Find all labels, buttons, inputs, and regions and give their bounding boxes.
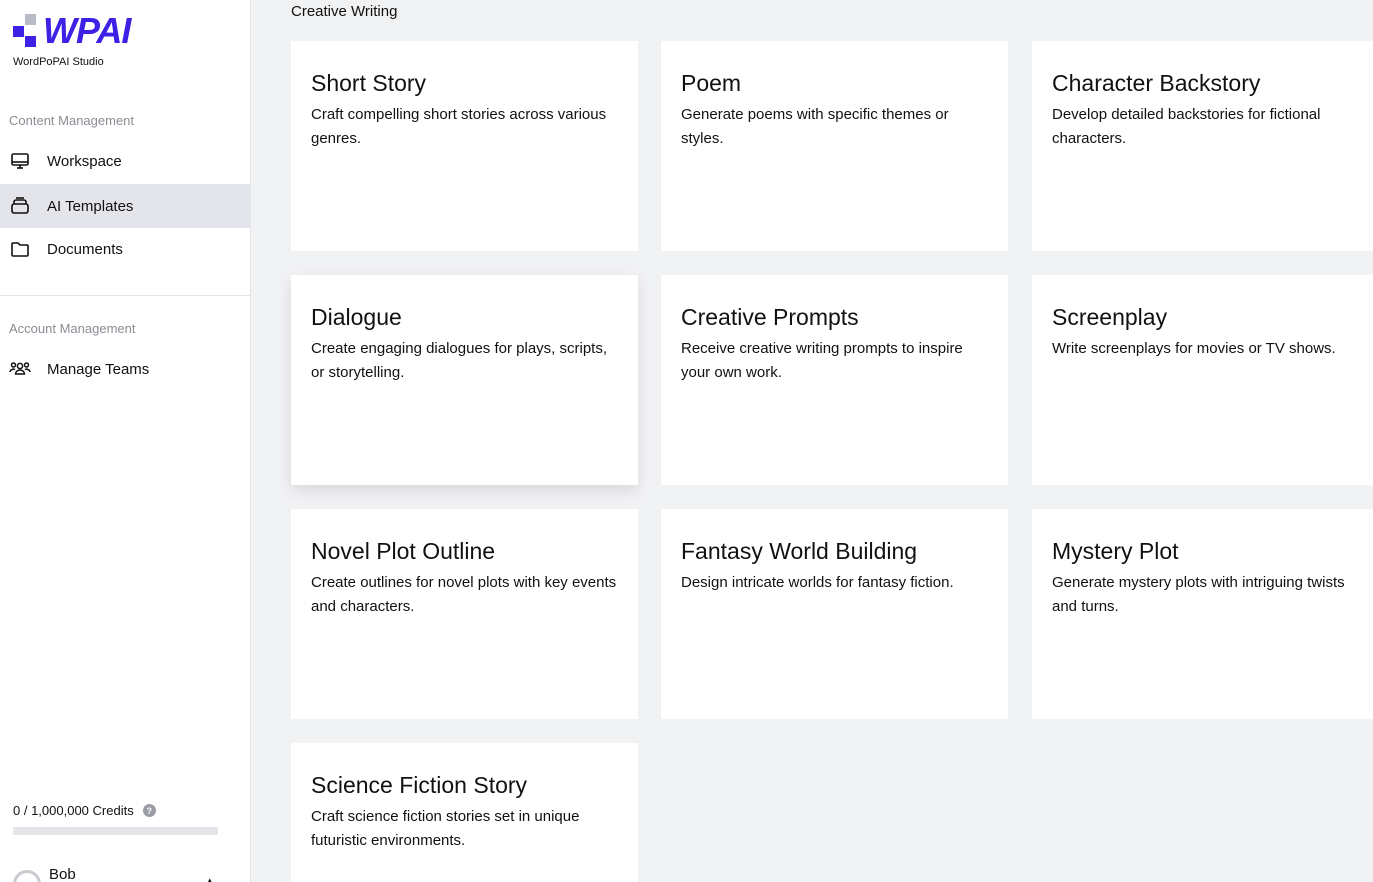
logo-mark-icon [13, 14, 39, 48]
sidebar-item-workspace[interactable]: Workspace [0, 139, 250, 183]
card-description: Create engaging dialogues for plays, scr… [311, 340, 608, 381]
credits-panel: 0 / 1,000,000 Credits ? [13, 803, 218, 835]
sidebar: WPAI WordPoPAI Studio Content Management… [0, 0, 251, 882]
card-description: Generate mystery plots with intriguing t… [1052, 574, 1345, 615]
account-management-label: Account Management [9, 321, 136, 336]
credits-progress-bar [13, 827, 218, 835]
card-description: Design intricate worlds for fantasy fict… [681, 574, 954, 591]
content-management-label: Content Management [9, 113, 135, 128]
card-description: Craft science fiction stories set in uni… [311, 808, 580, 849]
monitor-icon [9, 150, 31, 172]
user-name: Bob [49, 866, 76, 882]
avatar [13, 870, 41, 882]
stack-icon [9, 195, 31, 217]
card-title: Poem [681, 70, 742, 96]
card-title: Fantasy World Building [681, 538, 918, 564]
card-description: Generate poems with specific themes or s… [681, 106, 949, 147]
template-card-character-backstory[interactable]: Character Backstory Develop detailed bac… [1032, 41, 1373, 251]
card-title: Science Fiction Story [311, 772, 528, 798]
card-description: Write screenplays for movies or TV shows… [1052, 340, 1336, 357]
template-card-short-story[interactable]: Short Story Craft compelling short stori… [291, 41, 638, 251]
card-description: Create outlines for novel plots with key… [311, 574, 617, 615]
sidebar-item-manage-teams[interactable]: Manage Teams [0, 347, 250, 391]
brand-subtitle: WordPoPAI Studio [13, 56, 104, 68]
template-card-science-fiction-story[interactable]: Science Fiction Story Craft science fict… [291, 743, 638, 882]
card-title: Screenplay [1052, 304, 1168, 330]
folder-icon [9, 238, 31, 260]
sidebar-item-documents[interactable]: Documents [0, 227, 250, 271]
main-content: Creative Writing Short Story Craft compe… [251, 0, 1373, 882]
card-description: Receive creative writing prompts to insp… [681, 340, 963, 381]
template-card-dialogue[interactable]: Dialogue Create engaging dialogues for p… [291, 275, 638, 485]
sidebar-item-label: Manage Teams [47, 360, 150, 378]
sidebar-item-ai-templates[interactable]: AI Templates [0, 184, 250, 228]
card-title: Short Story [311, 70, 427, 96]
sidebar-divider [0, 295, 250, 296]
template-card-fantasy-world-building[interactable]: Fantasy World Building Design intricate … [661, 509, 1008, 719]
user-menu[interactable]: Bob ▴ [13, 866, 213, 882]
card-title: Novel Plot Outline [311, 538, 496, 564]
help-icon[interactable]: ? [142, 804, 156, 817]
template-card-mystery-plot[interactable]: Mystery Plot Generate mystery plots with… [1032, 509, 1373, 719]
template-card-poem[interactable]: Poem Generate poems with specific themes… [661, 41, 1008, 251]
card-title: Mystery Plot [1052, 538, 1179, 564]
card-title: Dialogue [311, 304, 402, 330]
sidebar-item-label: AI Templates [47, 197, 134, 215]
sidebar-item-label: Workspace [47, 152, 122, 170]
chevron-up-icon: ▴ [207, 875, 213, 882]
card-title: Character Backstory [1052, 70, 1261, 96]
category-title: Creative Writing [291, 3, 398, 20]
template-card-screenplay[interactable]: Screenplay Write screenplays for movies … [1032, 275, 1373, 485]
template-card-novel-plot-outline[interactable]: Novel Plot Outline Create outlines for n… [291, 509, 638, 719]
team-icon [9, 358, 31, 380]
credits-text: 0 / 1,000,000 Credits [13, 803, 134, 818]
card-title: Creative Prompts [681, 304, 859, 330]
app-window: WPAI WordPoPAI Studio Content Management… [0, 0, 1373, 882]
brand-logo[interactable]: WPAI WordPoPAI Studio [13, 10, 131, 68]
card-description: Craft compelling short stories across va… [311, 106, 607, 147]
template-card-creative-prompts[interactable]: Creative Prompts Receive creative writin… [661, 275, 1008, 485]
sidebar-item-label: Documents [47, 240, 123, 258]
logo-text: WPAI [43, 10, 131, 51]
card-description: Develop detailed backstories for fiction… [1052, 106, 1321, 147]
